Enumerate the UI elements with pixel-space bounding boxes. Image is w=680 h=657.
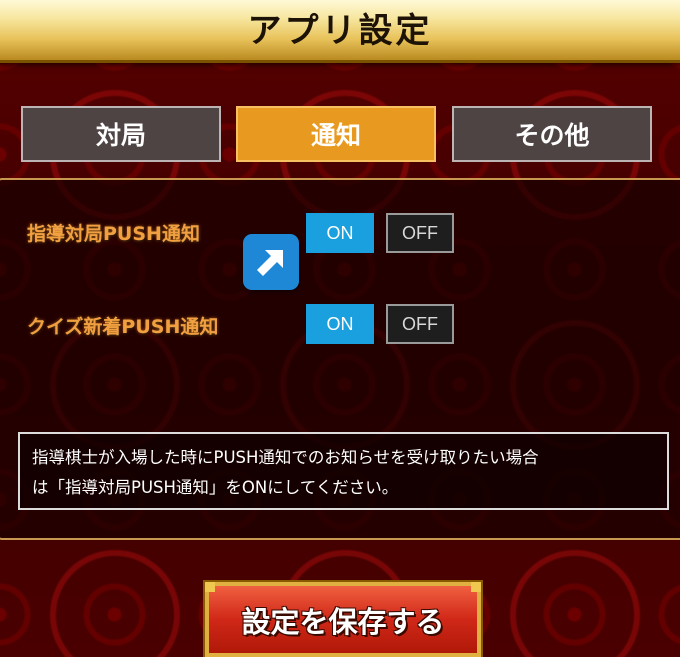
- page-title: アプリ設定: [247, 10, 433, 51]
- setting-label-quiz-push: クイズ新着PUSH通知: [27, 316, 219, 338]
- corner-ornament: [205, 582, 215, 592]
- arrow-up-right-glyph: [257, 250, 283, 276]
- save-settings-button[interactable]: 設定を保存する: [203, 580, 483, 657]
- coaching-push-off-button[interactable]: OFF: [386, 213, 454, 253]
- corner-ornament: [471, 582, 481, 592]
- quiz-push-off-button[interactable]: OFF: [386, 304, 454, 344]
- tab-game[interactable]: 対局: [21, 106, 221, 162]
- quiz-push-on-button[interactable]: ON: [306, 304, 374, 344]
- save-settings-label: 設定を保存する: [241, 604, 445, 639]
- app-settings-screen: アプリ設定 対局 通知 その他 指導対局PUSH通知 ON OFF クイズ新着P…: [0, 0, 680, 657]
- info-message: 指導棋士が入場した時にPUSH通知でのお知らせを受け取りたい場合 は「指導対局P…: [18, 432, 669, 510]
- arrow-up-right-icon: [243, 234, 299, 290]
- header-bar: アプリ設定: [0, 0, 680, 63]
- coaching-push-on-button[interactable]: ON: [306, 213, 374, 253]
- tab-notifications[interactable]: 通知: [236, 106, 436, 162]
- setting-label-coaching-push: 指導対局PUSH通知: [27, 223, 200, 245]
- tab-other[interactable]: その他: [452, 106, 652, 162]
